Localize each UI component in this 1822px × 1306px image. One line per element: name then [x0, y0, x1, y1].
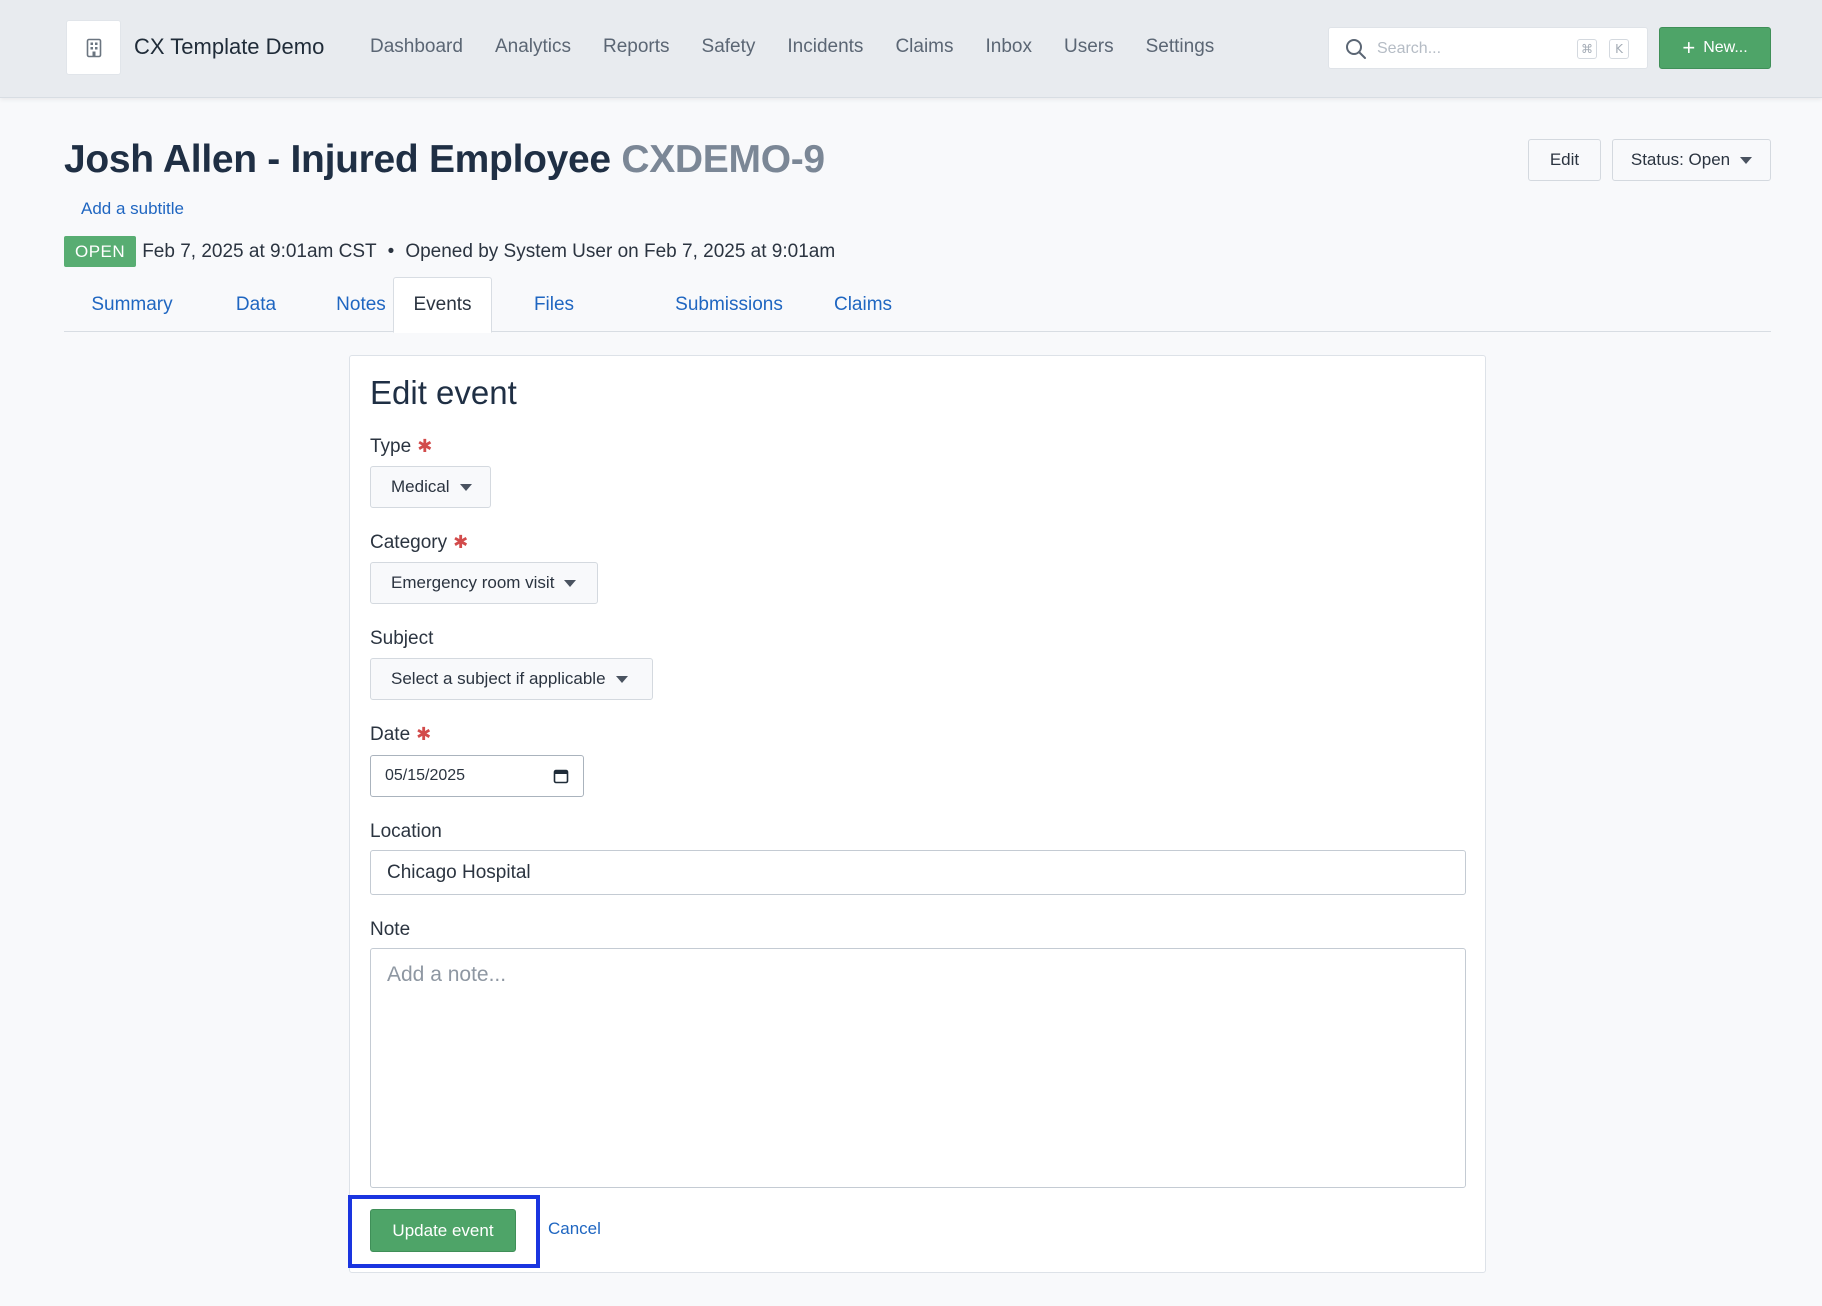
building-icon	[86, 38, 101, 57]
status-badge: OPEN	[64, 236, 137, 267]
shortcut-cmd-key: ⌘	[1577, 39, 1597, 59]
page-title-text: Josh Allen - Injured Employee	[64, 138, 611, 181]
app-logo[interactable]	[66, 20, 121, 75]
required-asterisk-icon: ✱	[416, 724, 432, 744]
new-button[interactable]: + New...	[1659, 27, 1771, 69]
category-label-text: Category	[370, 532, 448, 553]
nav-incidents[interactable]: Incidents	[787, 36, 863, 58]
status-dropdown[interactable]: Status: Open	[1612, 139, 1771, 181]
form-title: Edit event	[370, 374, 517, 411]
tab-events[interactable]: Events	[393, 277, 492, 333]
required-asterisk-icon: ✱	[453, 532, 469, 552]
caret-down-icon	[564, 579, 577, 587]
location-input[interactable]	[370, 850, 1466, 895]
search-icon	[1346, 39, 1366, 59]
calendar-icon[interactable]	[553, 768, 569, 784]
subject-select-value: Select a subject if applicable	[391, 669, 606, 688]
nav-analytics[interactable]: Analytics	[495, 36, 571, 58]
tab-summary[interactable]: Summary	[64, 277, 200, 332]
status-label: Status: Open	[1630, 150, 1731, 169]
nav-settings[interactable]: Settings	[1146, 36, 1215, 58]
page-title: Josh Allen - Injured Employee CXDEMO-9	[64, 138, 825, 182]
main-nav: Dashboard Analytics Reports Safety Incid…	[370, 36, 1246, 58]
nav-reports[interactable]: Reports	[603, 36, 670, 58]
type-label: Type ✱	[370, 436, 432, 458]
edit-button[interactable]: Edit	[1528, 139, 1601, 181]
note-textarea[interactable]	[370, 948, 1466, 1188]
search-box[interactable]: ⌘ K	[1328, 27, 1648, 69]
cancel-link[interactable]: Cancel	[548, 1219, 601, 1239]
date-value: 05/15/2025	[385, 767, 466, 784]
date-label: Date ✱	[370, 724, 431, 746]
tab-data[interactable]: Data	[214, 277, 298, 332]
category-select-value: Emergency room visit	[391, 573, 555, 592]
type-label-text: Type	[370, 436, 412, 457]
tab-files[interactable]: Files	[504, 277, 604, 332]
location-label: Location	[370, 821, 442, 842]
category-select[interactable]: Emergency room visit	[370, 562, 598, 604]
date-input[interactable]: 05/15/2025	[370, 755, 584, 797]
caret-down-icon	[1740, 156, 1753, 164]
tab-claims[interactable]: Claims	[764, 277, 962, 332]
subject-select[interactable]: Select a subject if applicable	[370, 658, 653, 700]
plus-icon: +	[1682, 35, 1696, 60]
case-tabs: Summary Data Notes Events Files Submissi…	[64, 277, 1771, 333]
nav-inbox[interactable]: Inbox	[986, 36, 1032, 58]
caret-down-icon	[459, 483, 472, 491]
date-label-text: Date	[370, 724, 411, 745]
update-event-button[interactable]: Update event	[370, 1209, 516, 1252]
new-button-label: New...	[1703, 39, 1748, 56]
nav-safety[interactable]: Safety	[702, 36, 756, 58]
required-asterisk-icon: ✱	[417, 436, 433, 456]
add-subtitle-link[interactable]: Add a subtitle	[81, 199, 184, 219]
shortcut-k-key: K	[1609, 39, 1629, 59]
subject-label: Subject	[370, 628, 434, 649]
search-input[interactable]	[1377, 36, 1567, 62]
case-meta: OPEN Feb 7, 2025 at 9:01am CST • Opened …	[64, 236, 835, 267]
case-id: CXDEMO-9	[621, 138, 825, 181]
meta-separator: •	[387, 240, 395, 262]
nav-users[interactable]: Users	[1064, 36, 1114, 58]
opened-date: Feb 7, 2025 at 9:01am CST	[142, 240, 377, 262]
category-label: Category ✱	[370, 532, 468, 554]
nav-claims[interactable]: Claims	[895, 36, 953, 58]
caret-down-icon	[615, 675, 628, 683]
nav-dashboard[interactable]: Dashboard	[370, 36, 463, 58]
note-label: Note	[370, 919, 411, 940]
opened-by: Opened by System User on Feb 7, 2025 at …	[405, 240, 836, 262]
type-select[interactable]: Medical	[370, 466, 491, 508]
app-title[interactable]: CX Template Demo	[134, 34, 324, 60]
top-navbar: CX Template Demo Dashboard Analytics Rep…	[0, 0, 1822, 98]
type-select-value: Medical	[391, 477, 450, 496]
